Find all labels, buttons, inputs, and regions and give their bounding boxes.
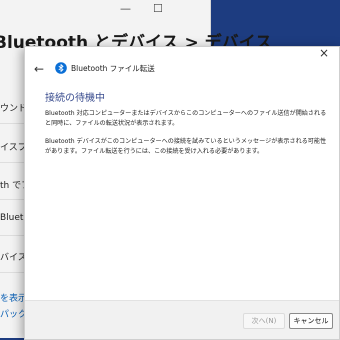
description-paragraph-2: Bluetooth デバイスがこのコンピューターへの接続を試みているというメッセ… — [45, 138, 327, 155]
maximize-button[interactable]: ☐ — [153, 2, 163, 15]
divider — [0, 272, 24, 273]
minimize-button[interactable]: — — [120, 2, 131, 15]
back-arrow-icon[interactable]: ← — [31, 61, 47, 77]
close-icon[interactable]: × — [315, 44, 333, 62]
dialog-title: Bluetooth ファイル転送 — [71, 64, 155, 73]
divider — [0, 235, 24, 236]
divider — [0, 162, 24, 163]
bluetooth-file-transfer-dialog: × ← Bluetooth ファイル転送 接続の待機中 Bluetooth 対応… — [24, 46, 340, 340]
dialog-footer: 次へ(N) キャンセル — [25, 300, 339, 339]
description-paragraph-1: Bluetooth 対応コンピューターまたはデバイスからこのコンピューターへのフ… — [45, 110, 327, 127]
cancel-button[interactable]: キャンセル — [289, 313, 333, 329]
bg-item-sound[interactable]: ウンド — [0, 101, 27, 114]
next-button[interactable]: 次へ(N) — [243, 313, 285, 329]
window-controls: — ☐ — [120, 2, 163, 15]
status-heading: 接続の待機中 — [45, 93, 105, 104]
divider — [0, 123, 24, 124]
divider — [0, 199, 24, 200]
bluetooth-icon — [55, 62, 67, 74]
bg-link-show[interactable]: を表示 — [0, 291, 27, 304]
